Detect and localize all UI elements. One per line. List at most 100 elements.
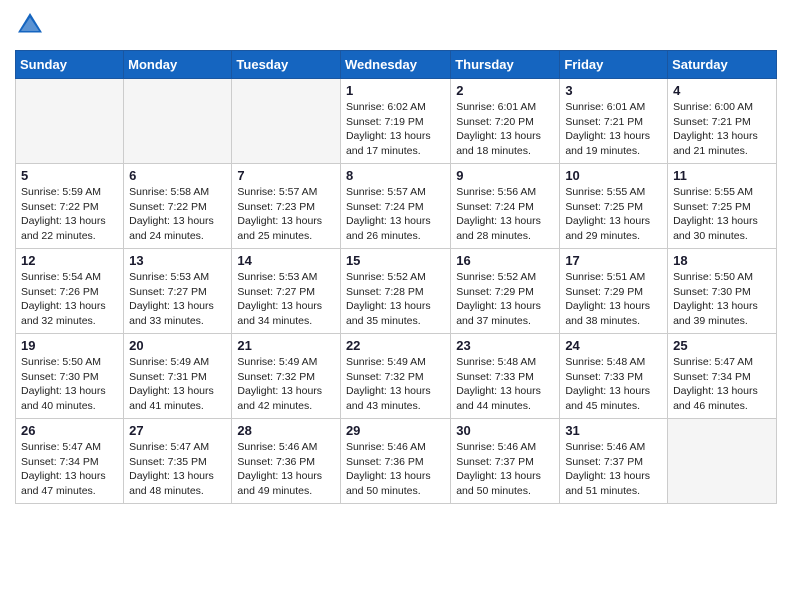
weekday-header-saturday: Saturday (668, 51, 777, 79)
day-number: 4 (673, 83, 771, 98)
calendar-cell: 9 Sunrise: 5:56 AM Sunset: 7:24 PM Daylig… (451, 164, 560, 249)
weekday-header-row: SundayMondayTuesdayWednesdayThursdayFrid… (16, 51, 777, 79)
calendar-cell: 29Sunrise: 5:46 AM Sunset: 7:36 PM Dayli… (340, 419, 450, 504)
day-info: Sunrise: 6:02 AM Sunset: 7:19 PM Dayligh… (346, 100, 445, 159)
calendar-cell: 10 Sunrise: 5:55 AM Sunset: 7:25 PM Dayli… (560, 164, 668, 249)
calendar-week-2: 5 Sunrise: 5:59 AM Sunset: 7:22 PM Daylig… (16, 164, 777, 249)
calendar-cell (124, 79, 232, 164)
day-info: Sunrise: 5:47 AM Sunset: 7:34 PM Dayligh… (21, 440, 118, 499)
calendar-cell: 18Sunrise: 5:50 AM Sunset: 7:30 PM Dayli… (668, 249, 777, 334)
calendar-cell: 6 Sunrise: 5:58 AM Sunset: 7:22 PM Daylig… (124, 164, 232, 249)
logo (15, 10, 47, 40)
weekday-header-sunday: Sunday (16, 51, 124, 79)
day-info: Sunrise: 5:51 AM Sunset: 7:29 PM Dayligh… (565, 270, 662, 329)
day-number: 30 (456, 423, 554, 438)
calendar-cell: 4 Sunrise: 6:00 AM Sunset: 7:21 PM Daylig… (668, 79, 777, 164)
calendar-cell: 5 Sunrise: 5:59 AM Sunset: 7:22 PM Daylig… (16, 164, 124, 249)
day-number: 11 (673, 168, 771, 183)
calendar-cell: 28Sunrise: 5:46 AM Sunset: 7:36 PM Dayli… (232, 419, 341, 504)
calendar-cell: 1 Sunrise: 6:02 AM Sunset: 7:19 PM Daylig… (340, 79, 450, 164)
day-number: 27 (129, 423, 226, 438)
calendar-cell: 8 Sunrise: 5:57 AM Sunset: 7:24 PM Daylig… (340, 164, 450, 249)
day-info: Sunrise: 5:48 AM Sunset: 7:33 PM Dayligh… (456, 355, 554, 414)
calendar-cell: 11 Sunrise: 5:55 AM Sunset: 7:25 PM Dayli… (668, 164, 777, 249)
day-number: 9 (456, 168, 554, 183)
calendar-cell (232, 79, 341, 164)
day-number: 21 (237, 338, 335, 353)
calendar-cell: 20 Sunrise: 5:49 AM Sunset: 7:31 PM Dayli… (124, 334, 232, 419)
day-info: Sunrise: 5:47 AM Sunset: 7:35 PM Dayligh… (129, 440, 226, 499)
calendar-cell: 21 Sunrise: 5:49 AM Sunset: 7:32 PM Dayli… (232, 334, 341, 419)
day-info: Sunrise: 5:46 AM Sunset: 7:37 PM Dayligh… (565, 440, 662, 499)
day-info: Sunrise: 5:52 AM Sunset: 7:28 PM Dayligh… (346, 270, 445, 329)
calendar-cell: 12 Sunrise: 5:54 AM Sunset: 7:26 PM Dayli… (16, 249, 124, 334)
logo-icon (15, 10, 45, 40)
calendar-cell (16, 79, 124, 164)
day-info: Sunrise: 6:01 AM Sunset: 7:21 PM Dayligh… (565, 100, 662, 159)
day-number: 12 (21, 253, 118, 268)
calendar-cell: 26Sunrise: 5:47 AM Sunset: 7:34 PM Dayli… (16, 419, 124, 504)
weekday-header-monday: Monday (124, 51, 232, 79)
calendar-cell: 30 Sunrise: 5:46 AM Sunset: 7:37 PM Dayli… (451, 419, 560, 504)
day-info: Sunrise: 5:47 AM Sunset: 7:34 PM Dayligh… (673, 355, 771, 414)
calendar-cell: 14 Sunrise: 5:53 AM Sunset: 7:27 PM Dayli… (232, 249, 341, 334)
calendar-cell (668, 419, 777, 504)
day-number: 3 (565, 83, 662, 98)
calendar-week-1: 1 Sunrise: 6:02 AM Sunset: 7:19 PM Daylig… (16, 79, 777, 164)
day-info: Sunrise: 5:53 AM Sunset: 7:27 PM Dayligh… (237, 270, 335, 329)
calendar-cell: 31 Sunrise: 5:46 AM Sunset: 7:37 PM Dayli… (560, 419, 668, 504)
calendar: SundayMondayTuesdayWednesdayThursdayFrid… (15, 50, 777, 504)
header (15, 10, 777, 40)
day-number: 2 (456, 83, 554, 98)
day-info: Sunrise: 5:53 AM Sunset: 7:27 PM Dayligh… (129, 270, 226, 329)
day-number: 31 (565, 423, 662, 438)
day-info: Sunrise: 6:00 AM Sunset: 7:21 PM Dayligh… (673, 100, 771, 159)
calendar-cell: 23 Sunrise: 5:48 AM Sunset: 7:33 PM Dayli… (451, 334, 560, 419)
day-number: 14 (237, 253, 335, 268)
day-info: Sunrise: 5:49 AM Sunset: 7:31 PM Dayligh… (129, 355, 226, 414)
day-number: 19 (21, 338, 118, 353)
calendar-cell: 16 Sunrise: 5:52 AM Sunset: 7:29 PM Dayli… (451, 249, 560, 334)
day-number: 25 (673, 338, 771, 353)
day-info: Sunrise: 5:58 AM Sunset: 7:22 PM Dayligh… (129, 185, 226, 244)
calendar-week-5: 26Sunrise: 5:47 AM Sunset: 7:34 PM Dayli… (16, 419, 777, 504)
day-info: Sunrise: 5:55 AM Sunset: 7:25 PM Dayligh… (673, 185, 771, 244)
day-number: 1 (346, 83, 445, 98)
day-info: Sunrise: 5:57 AM Sunset: 7:24 PM Dayligh… (346, 185, 445, 244)
day-info: Sunrise: 5:55 AM Sunset: 7:25 PM Dayligh… (565, 185, 662, 244)
weekday-header-tuesday: Tuesday (232, 51, 341, 79)
day-info: Sunrise: 5:50 AM Sunset: 7:30 PM Dayligh… (673, 270, 771, 329)
day-number: 16 (456, 253, 554, 268)
day-number: 8 (346, 168, 445, 183)
day-info: Sunrise: 5:52 AM Sunset: 7:29 PM Dayligh… (456, 270, 554, 329)
day-number: 5 (21, 168, 118, 183)
day-info: Sunrise: 5:46 AM Sunset: 7:37 PM Dayligh… (456, 440, 554, 499)
day-number: 17 (565, 253, 662, 268)
day-info: Sunrise: 5:57 AM Sunset: 7:23 PM Dayligh… (237, 185, 335, 244)
day-number: 22 (346, 338, 445, 353)
day-number: 24 (565, 338, 662, 353)
day-number: 20 (129, 338, 226, 353)
day-info: Sunrise: 5:49 AM Sunset: 7:32 PM Dayligh… (346, 355, 445, 414)
calendar-cell: 27 Sunrise: 5:47 AM Sunset: 7:35 PM Dayli… (124, 419, 232, 504)
calendar-cell: 2 Sunrise: 6:01 AM Sunset: 7:20 PM Daylig… (451, 79, 560, 164)
calendar-cell: 19Sunrise: 5:50 AM Sunset: 7:30 PM Dayli… (16, 334, 124, 419)
weekday-header-friday: Friday (560, 51, 668, 79)
calendar-week-4: 19Sunrise: 5:50 AM Sunset: 7:30 PM Dayli… (16, 334, 777, 419)
day-info: Sunrise: 6:01 AM Sunset: 7:20 PM Dayligh… (456, 100, 554, 159)
calendar-cell: 24 Sunrise: 5:48 AM Sunset: 7:33 PM Dayli… (560, 334, 668, 419)
calendar-cell: 7Sunrise: 5:57 AM Sunset: 7:23 PM Daylig… (232, 164, 341, 249)
day-number: 10 (565, 168, 662, 183)
day-number: 28 (237, 423, 335, 438)
day-info: Sunrise: 5:54 AM Sunset: 7:26 PM Dayligh… (21, 270, 118, 329)
day-info: Sunrise: 5:48 AM Sunset: 7:33 PM Dayligh… (565, 355, 662, 414)
calendar-cell: 3 Sunrise: 6:01 AM Sunset: 7:21 PM Daylig… (560, 79, 668, 164)
day-info: Sunrise: 5:59 AM Sunset: 7:22 PM Dayligh… (21, 185, 118, 244)
page-container: SundayMondayTuesdayWednesdayThursdayFrid… (0, 0, 792, 514)
day-number: 23 (456, 338, 554, 353)
day-info: Sunrise: 5:49 AM Sunset: 7:32 PM Dayligh… (237, 355, 335, 414)
weekday-header-thursday: Thursday (451, 51, 560, 79)
day-number: 6 (129, 168, 226, 183)
day-info: Sunrise: 5:56 AM Sunset: 7:24 PM Dayligh… (456, 185, 554, 244)
day-number: 13 (129, 253, 226, 268)
